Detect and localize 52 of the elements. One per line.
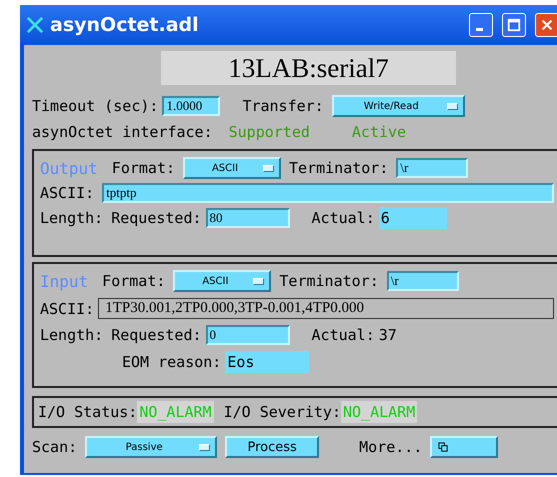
io-status-value: NO_ALARM — [137, 401, 214, 423]
format-menu[interactable]: ASCII — [183, 157, 282, 179]
requested-label: Requested: — [111, 326, 202, 344]
eom-reason-label: EOM reason: — [122, 353, 222, 371]
transfer-label: Transfer: — [242, 97, 324, 115]
close-button[interactable] — [535, 13, 557, 37]
maximize-icon — [507, 18, 521, 32]
minimize-button[interactable] — [469, 13, 493, 37]
window-title: asynOctet.adl — [50, 14, 199, 36]
transfer-menu[interactable]: Write/Read — [332, 95, 465, 117]
windows-icon — [438, 442, 450, 452]
length-label: Length: — [40, 209, 104, 227]
input-title: Input — [40, 272, 88, 290]
active-status: Active — [352, 123, 406, 141]
ascii-readback: 1TP30.001,2TP0.000,3TP-0.001,4TP0.000 — [98, 298, 554, 319]
more-label: More... — [359, 438, 422, 456]
ascii-label: ASCII: — [40, 184, 94, 202]
length-label: Length: — [40, 326, 104, 344]
x-logo-icon — [26, 16, 44, 34]
format-label: Format: — [102, 272, 166, 290]
actual-value: 6 — [378, 207, 447, 229]
process-button[interactable]: Process — [225, 436, 320, 458]
timeout-field[interactable]: 1.0000 — [162, 96, 220, 116]
requested-label: Requested: — [111, 209, 202, 227]
close-icon — [540, 18, 554, 32]
format-menu[interactable]: ASCII — [173, 270, 272, 292]
actual-label: Actual: — [312, 326, 375, 344]
supported-status: Supported — [228, 123, 310, 141]
interface-label: asynOctet interface: — [32, 123, 213, 141]
more-button[interactable] — [430, 436, 498, 458]
terminator-label: Terminator: — [279, 272, 379, 290]
scan-menu[interactable]: Passive — [85, 436, 218, 458]
terminator-label: Terminator: — [289, 159, 388, 177]
requested-field[interactable]: 80 — [206, 208, 290, 228]
actual-label: Actual: — [312, 209, 375, 227]
terminator-field[interactable]: \r — [386, 271, 459, 291]
io-severity-label: I/O Severity: — [224, 403, 341, 421]
actual-value: 37 — [378, 326, 397, 344]
timeout-label: Timeout (sec): — [32, 97, 158, 115]
io-status-label: I/O Status: — [38, 403, 138, 421]
minimize-icon — [476, 28, 483, 30]
terminator-field[interactable]: \r — [396, 158, 468, 178]
eom-reason-value: Eos — [225, 351, 310, 373]
ascii-label: ASCII: — [40, 300, 94, 318]
device-name: 13LAB:serial7 — [161, 51, 456, 85]
ascii-field[interactable]: tptptp — [102, 183, 554, 203]
maximize-button[interactable] — [502, 13, 526, 37]
scan-label: Scan: — [32, 438, 78, 456]
format-label: Format: — [112, 159, 176, 177]
io-severity-value: NO_ALARM — [341, 401, 418, 423]
output-title: Output — [40, 158, 98, 178]
requested-field[interactable]: 0 — [206, 325, 290, 345]
